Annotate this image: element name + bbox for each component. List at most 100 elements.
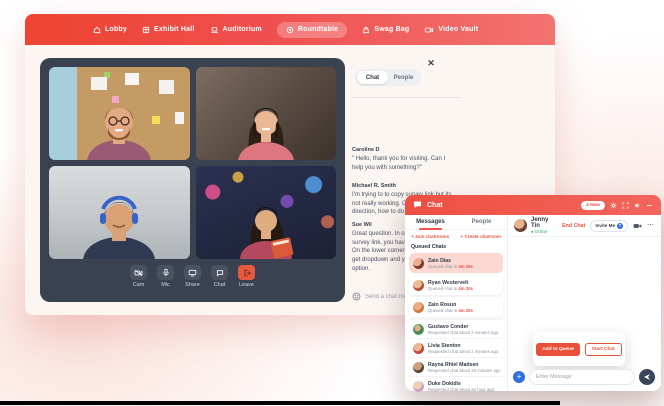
online-status: ● Online	[531, 229, 558, 234]
share-screen-button[interactable]: Share	[184, 265, 201, 288]
nav-item-swag-bag[interactable]: Swag Bag	[362, 26, 409, 34]
message-sender: Michael R. Smith	[352, 183, 458, 189]
send-button[interactable]	[639, 369, 655, 385]
video-camera-icon	[424, 26, 434, 34]
avatar	[413, 258, 424, 269]
nav-label: Exhibit Hall	[154, 26, 195, 33]
queued-chat-item[interactable]: Ryan Westervelt Queued chat in 4m 20s	[409, 275, 503, 295]
queued-chat-item[interactable]: Zain Rosun Queued chat in 4m 20s	[409, 297, 503, 317]
mic-toggle-button[interactable]: Mic	[157, 265, 174, 288]
message-sender: Caroline D	[352, 147, 458, 153]
add-to-queue-button[interactable]: Add to Queue	[536, 343, 579, 356]
side-panel-tabs: Chat People	[355, 69, 421, 86]
chat-bubble-icon	[413, 196, 422, 214]
nav-item-lobby[interactable]: Lobby	[93, 26, 127, 34]
call-controls: Cam Mic Share Chat	[49, 265, 336, 288]
info-icon: ?	[617, 223, 623, 229]
video-tile-participant-2	[196, 67, 337, 160]
leave-icon	[238, 265, 255, 280]
nav-item-auditorium[interactable]: Auditorium	[210, 26, 262, 34]
chat-action-popup: Add to Queue Start Chat	[533, 332, 625, 366]
chat-message: Caroline D " Hello, thank you for visiti…	[352, 147, 458, 172]
participant-man-glasses	[73, 100, 165, 160]
video-tile-participant-1	[49, 67, 190, 160]
queued-chat-item[interactable]: Zain Dias Queued chat in 4m 20s	[409, 253, 503, 273]
chat-request-item[interactable]: Duke Dokidis Requested chat about an hou…	[409, 376, 503, 395]
queued-chats-list: Zain Dias Queued chat in 4m 20s Ryan Wes…	[405, 253, 507, 395]
exhibit-hall-icon	[142, 26, 150, 34]
nav-label: Auditorium	[223, 26, 262, 33]
contact-name: Jenny Tin	[531, 217, 558, 229]
chat-widget-window: Chat 4 New Messages People + Join chatro…	[405, 195, 661, 391]
end-chat-button[interactable]: End Chat	[562, 223, 585, 229]
auditorium-icon	[210, 26, 219, 34]
chat-request-item[interactable]: Gustavo Conder Requested chat about 2 mi…	[409, 319, 503, 338]
chat-widget-tabs: Messages People	[405, 215, 507, 230]
participant-woman-with-book	[220, 199, 312, 259]
invite-me-button[interactable]: Invite Me ?	[590, 220, 628, 232]
nav-item-exhibit-hall[interactable]: Exhibit Hall	[142, 26, 195, 34]
chat-request-item[interactable]: Livia Stenton Requested chat about 2 min…	[409, 338, 503, 357]
nav-item-roundtable[interactable]: Roundtable	[277, 22, 348, 38]
emoji-icon[interactable]	[352, 288, 361, 306]
camera-toggle-button[interactable]: Cam	[130, 265, 147, 288]
conversation-column: Jenny Tin ● Online End Chat Invite Me ? …	[508, 215, 661, 391]
conversation-header: Jenny Tin ● Online End Chat Invite Me ? …	[508, 215, 661, 237]
camera-off-icon	[130, 265, 147, 280]
chat-toggle-button[interactable]: Chat	[211, 265, 228, 288]
create-chatroom-link[interactable]: + Create chatroom	[461, 234, 501, 239]
chat-widget-header-actions: 4 New	[581, 201, 653, 210]
new-messages-badge[interactable]: 4 New	[581, 201, 605, 210]
minimize-icon[interactable]	[646, 202, 653, 209]
participant-man-headphones	[67, 195, 171, 259]
close-icon[interactable]: ✕	[426, 58, 436, 68]
conversation-actions: End Chat Invite Me ? ⋯	[562, 217, 655, 235]
tab-messages[interactable]: Messages	[405, 215, 456, 229]
chat-request-item[interactable]: Rayna Rhiel Madsen Requested chat about …	[409, 357, 503, 376]
tab-people[interactable]: People	[456, 215, 507, 229]
join-chatrooms-link[interactable]: + Join chatrooms	[411, 234, 449, 239]
video-call-icon[interactable]	[633, 217, 642, 235]
message-input-row: +	[513, 369, 655, 385]
chat-widget-title: Chat	[427, 202, 443, 209]
chat-list-column: Messages People + Join chatrooms + Creat…	[405, 215, 508, 391]
gear-icon[interactable]	[610, 202, 617, 209]
avatar	[413, 343, 424, 354]
divider	[352, 97, 460, 98]
avatar	[413, 280, 424, 291]
attach-plus-icon[interactable]: +	[513, 371, 525, 383]
nav-label: Video Vault	[438, 26, 478, 33]
avatar	[514, 219, 527, 232]
leave-call-button[interactable]: Leave	[238, 265, 255, 288]
tab-chat[interactable]: Chat	[357, 71, 388, 84]
nav-label: Roundtable	[298, 26, 339, 33]
nav-item-video-vault[interactable]: Video Vault	[424, 26, 478, 34]
avatar	[413, 362, 424, 373]
video-conference-panel: Cam Mic Share Chat	[40, 58, 345, 302]
video-grid	[49, 67, 336, 259]
virtual-event-screenshot: Lobby Exhibit Hall Auditorium Roundtable…	[0, 0, 664, 406]
chatroom-links: + Join chatrooms + Create chatroom	[405, 230, 507, 242]
chat-widget-header: Chat 4 New	[405, 195, 661, 215]
chat-widget-body: Messages People + Join chatrooms + Creat…	[405, 215, 661, 391]
top-navigation: Lobby Exhibit Hall Auditorium Roundtable…	[25, 14, 555, 45]
roundtable-icon	[286, 26, 294, 34]
mic-icon	[157, 265, 174, 280]
video-tile-participant-4	[196, 166, 337, 259]
participant-woman-smiling	[220, 100, 312, 160]
share-screen-icon	[184, 265, 201, 280]
start-chat-button[interactable]: Start Chat	[585, 343, 622, 356]
home-icon	[93, 26, 101, 34]
more-options-icon[interactable]: ⋯	[647, 223, 655, 229]
tab-people[interactable]: People	[388, 71, 419, 84]
nav-label: Lobby	[105, 26, 127, 33]
speaker-icon[interactable]	[634, 202, 641, 209]
nav-label: Swag Bag	[374, 26, 409, 33]
avatar	[413, 381, 424, 392]
message-input[interactable]	[529, 369, 635, 385]
queued-chats-heading: Queued Chats	[405, 242, 507, 253]
avatar	[413, 324, 424, 335]
fullscreen-icon[interactable]	[622, 202, 629, 209]
chat-bubble-icon	[211, 265, 228, 280]
avatar	[413, 302, 424, 313]
